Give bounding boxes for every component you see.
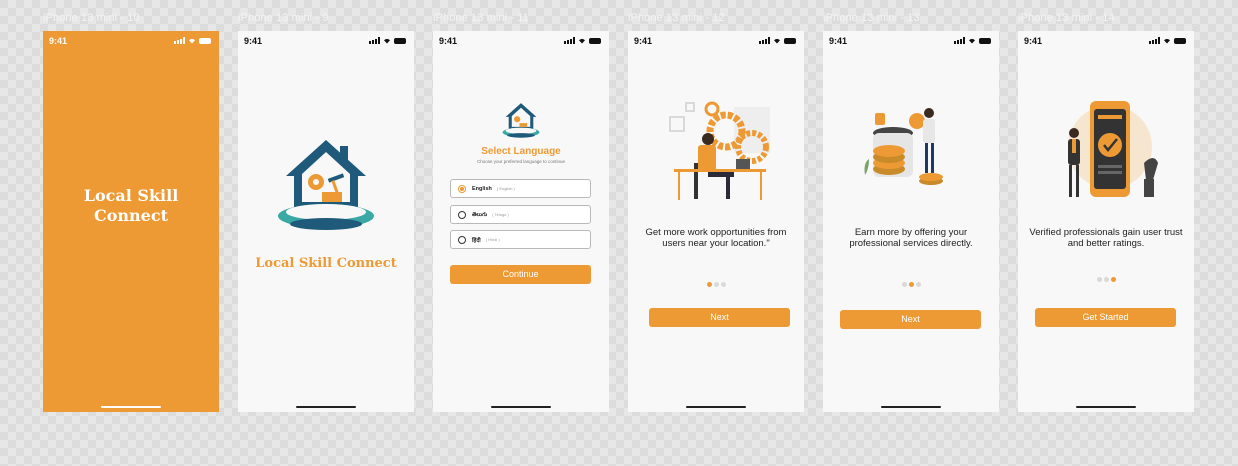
pagination-dot [720,282,726,287]
pagination-dot [915,282,921,287]
select-language-screen: 9:41 Select Language Choose your preferr… [433,31,609,412]
status-bar: 9:41 [634,36,796,46]
radio-unselected-icon[interactable] [458,235,466,244]
frame-label-10: iPhone 13 mini - 10 [43,12,140,24]
status-time: 9:41 [1024,36,1043,46]
wifi-icon [579,38,585,44]
status-bar: 9:41 [1024,36,1186,46]
get-started-button[interactable]: Get Started [1035,308,1176,327]
language-option-telugu[interactable]: తెలుగు ( Telugu ) [450,205,591,224]
status-bar: 9:41 [49,36,211,46]
battery-icon [589,37,601,44]
pagination-dot [706,282,712,287]
splash-title-line1: Local Skill [83,186,179,205]
wifi-icon [969,38,975,44]
onboarding-text: Get more work opportunities from users n… [645,227,787,249]
splash-screen-logo: 9:41 Local Skill Connect [238,31,414,412]
onboarding-text: Earn more by offering your professional … [849,227,973,249]
splash-screen-orange: 9:41 Local Skill Connect [43,31,219,412]
pagination-dots [823,282,999,287]
pagination-dot [713,282,719,287]
signal-icon [954,37,965,44]
language-name: हिंदी [472,237,481,244]
radio-unselected-icon[interactable] [458,210,466,219]
splash-title-line2: Connect [94,206,168,225]
onboarding-screen-3: 9:41 Verified professionals gain user tr… [1018,31,1194,412]
battery-icon [784,37,796,44]
battery-icon [394,37,406,44]
wifi-icon [189,38,195,44]
coins-jar-illustration-icon [864,108,943,185]
pagination-dot [1103,277,1109,282]
home-indicator [491,406,551,408]
wifi-icon [774,38,780,44]
status-time: 9:41 [829,36,848,46]
language-option-hindi[interactable]: हिंदी ( Hindi ) [450,230,591,249]
select-language-subheading: Choose your preferred language to contin… [476,159,566,164]
language-name: English [472,185,492,192]
home-indicator [881,406,941,408]
next-button[interactable]: Next [840,310,981,329]
signal-icon [369,37,380,44]
worker-at-desk-illustration-icon [669,101,770,200]
status-bar: 9:41 [439,36,601,46]
wifi-icon [1164,38,1170,44]
onboarding-screen-1: 9:41 Get more work opportunities from us… [628,31,804,412]
next-button[interactable]: Next [649,308,790,327]
status-time: 9:41 [439,36,458,46]
home-indicator [686,406,746,408]
language-sub: ( Telugu ) [492,212,509,217]
language-option-english[interactable]: English ( English ) [450,179,591,198]
frame-label-14: iPhone 13 mini - 14 [1018,12,1115,24]
pagination-dot [1096,277,1102,282]
home-indicator [296,406,356,408]
language-sub: ( English ) [496,186,515,191]
logo-title: Local Skill Connect [255,256,397,271]
signal-icon [759,37,770,44]
wifi-icon [384,38,390,44]
continue-button[interactable]: Continue [450,265,591,284]
frame-label-13: iPhone 13 mini - 13 [823,12,920,24]
pagination-dots [628,282,804,287]
logo-house-tools-icon [278,140,374,230]
onboarding-text: Verified professionals gain user trust a… [1029,227,1183,249]
home-indicator [1076,406,1136,408]
pagination-dot [1110,277,1116,282]
battery-icon [199,37,211,44]
signal-icon [174,37,185,44]
signal-icon [564,37,575,44]
radio-selected-icon[interactable] [458,184,466,193]
language-name: తెలుగు [472,211,488,218]
status-time: 9:41 [49,36,68,46]
status-time: 9:41 [244,36,263,46]
status-bar: 9:41 [244,36,406,46]
splash-title: Local Skill Connect [43,186,219,226]
verified-professional-illustration-icon [1068,101,1158,197]
select-language-heading: Select Language [481,146,561,157]
frame-label-9: iPhone 13 mini - 9 [238,12,329,24]
pagination-dot [901,282,907,287]
language-sub: ( Hindi ) [485,237,500,242]
home-indicator [101,406,161,408]
status-time: 9:41 [634,36,653,46]
battery-icon [979,37,991,44]
frame-label-12: iPhone 13 mini - 12 [628,12,725,24]
logo-house-tools-icon [502,103,540,138]
status-bar: 9:41 [829,36,991,46]
battery-icon [1174,37,1186,44]
frame-label-11: iPhone 13 mini - 11 [433,12,529,24]
signal-icon [1149,37,1160,44]
onboarding-screen-2: 9:41 Earn more by offering your professi… [823,31,999,412]
pagination-dots [1018,277,1194,282]
pagination-dot [908,282,914,287]
